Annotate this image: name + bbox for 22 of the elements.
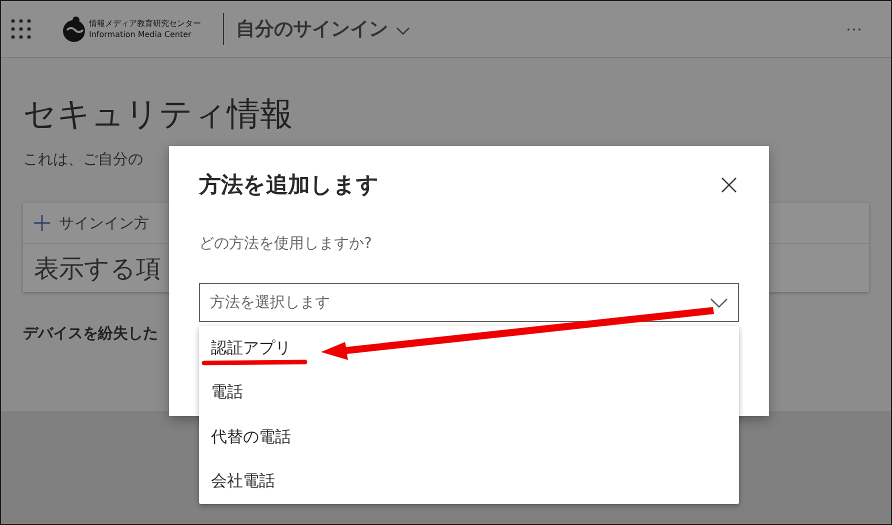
dialog-title: 方法を追加します	[199, 172, 379, 200]
option-item[interactable]: 認証アプリ	[199, 326, 739, 370]
option-item[interactable]: 電話	[199, 370, 739, 415]
description-text: これは、ご自分の	[23, 150, 144, 169]
method-select[interactable]: 方法を選択します	[199, 283, 739, 322]
more-icon[interactable]	[847, 28, 861, 30]
app-launcher-icon[interactable]	[11, 19, 31, 39]
add-method-link[interactable]: サインイン方	[59, 214, 149, 232]
logo-text: Information Media Center	[89, 29, 192, 40]
chevron-down-icon[interactable]	[396, 27, 410, 35]
plus-icon[interactable]	[34, 215, 50, 231]
question-text: どの方法を使用しますか?	[199, 234, 373, 253]
logo-text: 情報メディア教育研究センター	[89, 18, 201, 29]
empty-list-text: 表示する項	[34, 252, 161, 284]
lost-device-text: デバイスを紛失した	[23, 324, 159, 343]
page-title: 自分のサインイン	[236, 17, 388, 42]
option-item[interactable]: 代替の電話	[199, 415, 739, 460]
close-icon[interactable]	[721, 177, 737, 193]
chevron-down-icon[interactable]	[710, 298, 728, 308]
option-item[interactable]: 会社電話	[199, 460, 739, 504]
section-heading: セキュリティ情報	[23, 94, 294, 134]
logo-icon	[61, 16, 87, 42]
